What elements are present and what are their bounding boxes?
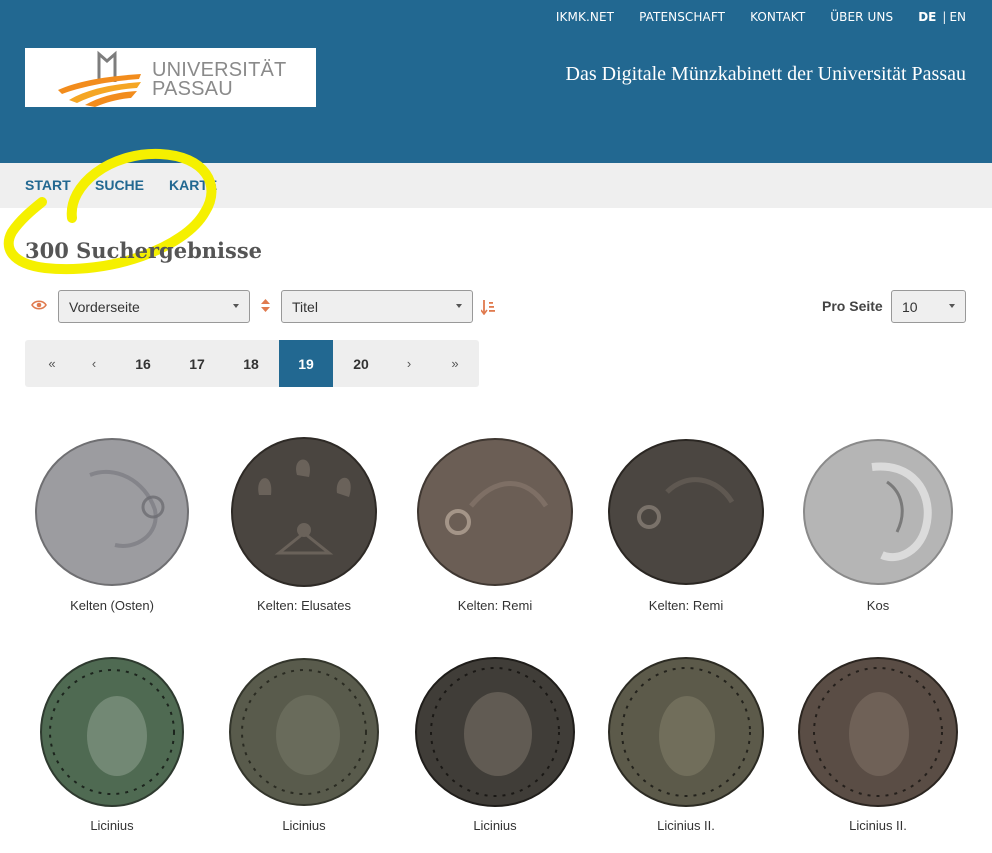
nav-suche[interactable]: SUCHE <box>95 177 144 193</box>
coin-card[interactable]: Kelten: Remi <box>591 432 781 613</box>
page-19-button[interactable]: 19 <box>279 340 333 387</box>
coin-label[interactable]: Kelten: Remi <box>591 598 781 613</box>
coin-label[interactable]: Licinius II. <box>591 818 781 833</box>
coin-image[interactable] <box>400 652 590 812</box>
coin-label[interactable]: Licinius <box>17 818 207 833</box>
coin-card[interactable]: Kelten: Elusates <box>209 432 399 613</box>
coin-image[interactable] <box>17 432 207 592</box>
lang-separator: | <box>942 10 947 24</box>
coin-image-kelten-elusates <box>231 437 377 587</box>
chevron-down-icon <box>949 304 955 308</box>
coin-image[interactable] <box>591 432 781 592</box>
nav-start[interactable]: START <box>25 177 71 193</box>
coin-card[interactable]: Licinius <box>209 652 399 833</box>
coin-image-licinius-ii <box>608 657 764 807</box>
sort-field-select[interactable]: Titel <box>281 290 473 323</box>
top-navigation: IKMK.NET PATENSCHAFT KONTAKT ÜBER UNS DE… <box>531 10 966 24</box>
chevron-down-icon <box>456 304 462 308</box>
per-page-label: Pro Seite <box>822 298 883 314</box>
coin-label[interactable]: Kelten (Osten) <box>17 598 207 613</box>
logo-emblem-icon <box>58 50 141 107</box>
coin-image-kelten-remi <box>608 439 764 585</box>
top-link-ueber-uns[interactable]: ÜBER UNS <box>830 10 893 24</box>
sort-order-icon[interactable] <box>481 299 496 315</box>
coin-image-licinius <box>415 657 575 807</box>
coin-label[interactable]: Licinius II. <box>783 818 973 833</box>
coin-card[interactable]: Licinius <box>400 652 590 833</box>
page-17-button[interactable]: 17 <box>170 340 224 387</box>
sort-arrows-icon <box>261 299 270 312</box>
coin-label[interactable]: Kelten: Remi <box>400 598 590 613</box>
coin-image-kos <box>803 439 953 585</box>
eye-icon <box>31 300 47 310</box>
view-side-value: Vorderseite <box>69 299 140 315</box>
logo-line-2: PASSAU <box>152 78 233 100</box>
coin-image-licinius <box>229 658 379 806</box>
top-link-patenschaft[interactable]: PATENSCHAFT <box>639 10 725 24</box>
coin-label[interactable]: Licinius <box>400 818 590 833</box>
coin-image-kelten-remi <box>417 438 573 586</box>
coin-image[interactable] <box>209 432 399 592</box>
page-prev-button[interactable]: ‹ <box>67 340 121 387</box>
per-page-value: 10 <box>902 299 918 315</box>
sort-field-value: Titel <box>292 299 318 315</box>
coin-image-licinius <box>40 657 184 807</box>
top-link-kontakt[interactable]: KONTAKT <box>750 10 805 24</box>
page-last-button[interactable]: » <box>428 340 482 387</box>
coin-image[interactable] <box>400 432 590 592</box>
university-logo[interactable]: UNIVERSITÄT PASSAU <box>25 48 316 107</box>
coin-image[interactable] <box>783 652 973 812</box>
coin-image-licinius-ii <box>798 657 958 807</box>
site-header: IKMK.NET PATENSCHAFT KONTAKT ÜBER UNS DE… <box>0 0 992 163</box>
coin-card[interactable]: Licinius II. <box>591 652 781 833</box>
page-18-button[interactable]: 18 <box>224 340 278 387</box>
view-side-select[interactable]: Vorderseite <box>58 290 250 323</box>
coin-card[interactable]: Kos <box>783 432 973 613</box>
pagination: « ‹ 16 17 18 19 20 › » <box>25 340 479 387</box>
coin-image-kelten-osten <box>35 438 189 586</box>
coin-card[interactable]: Licinius <box>17 652 207 833</box>
coin-card[interactable]: Licinius II. <box>783 652 973 833</box>
coin-card[interactable]: Kelten (Osten) <box>17 432 207 613</box>
coin-label[interactable]: Kelten: Elusates <box>209 598 399 613</box>
coin-image[interactable] <box>783 432 973 592</box>
results-count-title: 300 Suchergebnisse <box>25 238 263 263</box>
page-20-button[interactable]: 20 <box>334 340 388 387</box>
nav-karte[interactable]: KARTE <box>169 177 217 193</box>
per-page-select[interactable]: 10 <box>891 290 966 323</box>
top-link-ikmk[interactable]: IKMK.NET <box>556 10 614 24</box>
coin-image[interactable] <box>17 652 207 812</box>
logo-wordmark: UNIVERSITÄT PASSAU <box>152 60 286 100</box>
site-title: Das Digitale Münzkabinett der Universitä… <box>565 63 966 85</box>
coin-label[interactable]: Licinius <box>209 818 399 833</box>
coin-label[interactable]: Kos <box>783 598 973 613</box>
coin-image[interactable] <box>209 652 399 812</box>
lang-en[interactable]: EN <box>949 10 966 24</box>
language-switcher: DE | EN <box>918 10 966 24</box>
coin-image[interactable] <box>591 652 781 812</box>
main-navigation: START SUCHE KARTE <box>0 163 992 208</box>
lang-de[interactable]: DE <box>918 10 936 24</box>
chevron-down-icon <box>233 304 239 308</box>
coin-card[interactable]: Kelten: Remi <box>400 432 590 613</box>
page-16-button[interactable]: 16 <box>116 340 170 387</box>
